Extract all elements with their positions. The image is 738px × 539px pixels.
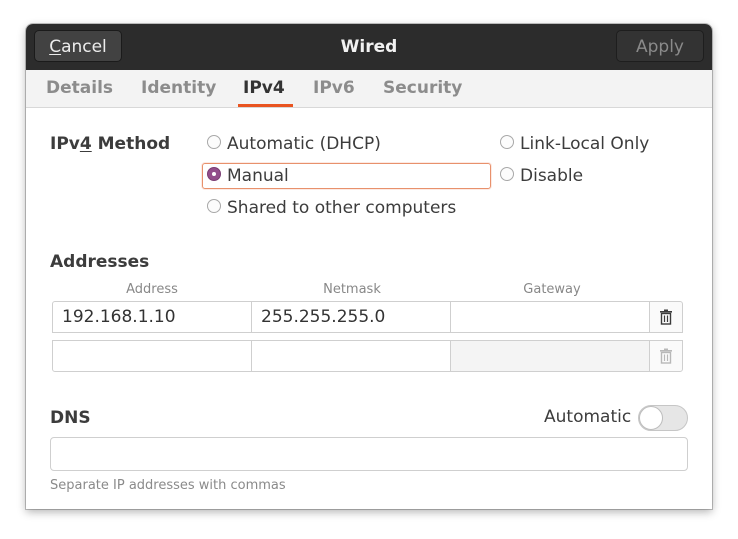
dns-hint: Separate IP addresses with commas xyxy=(50,478,286,493)
column-header-address: Address xyxy=(126,282,178,297)
radio-disable[interactable]: Disable xyxy=(500,162,583,190)
radio-shared[interactable]: Shared to other computers xyxy=(207,194,456,222)
netmask-input[interactable]: 255.255.255.0 xyxy=(251,301,451,333)
apply-button[interactable]: Apply xyxy=(616,30,704,62)
addresses-title: Addresses xyxy=(50,252,150,272)
column-header-gateway: Gateway xyxy=(523,282,581,297)
gateway-input[interactable] xyxy=(450,301,650,333)
ipv4-method-label: IPv4 Method xyxy=(50,134,170,154)
trash-icon xyxy=(660,309,672,325)
radio-manual[interactable]: Manual xyxy=(207,162,289,190)
tab-ipv6[interactable]: IPv6 xyxy=(313,70,355,107)
dns-automatic-toggle[interactable] xyxy=(638,405,688,431)
wired-settings-dialog: Cancel Wired Apply Details Identity IPv4… xyxy=(26,24,712,509)
radio-indicator xyxy=(207,135,221,149)
delete-row-button xyxy=(649,340,683,372)
tab-bar: Details Identity IPv4 IPv6 Security xyxy=(26,70,712,108)
tab-ipv4[interactable]: IPv4 xyxy=(238,70,293,107)
radio-indicator-checked xyxy=(207,167,221,181)
radio-label: Shared to other computers xyxy=(227,198,457,218)
radio-link-local-only[interactable]: Link-Local Only xyxy=(500,130,649,158)
tab-security[interactable]: Security xyxy=(383,70,462,107)
header-bar: Cancel Wired Apply xyxy=(26,24,712,70)
tab-details[interactable]: Details xyxy=(46,70,113,107)
dns-automatic-label: Automatic xyxy=(544,407,632,427)
address-input[interactable]: 192.168.1.10 xyxy=(52,301,252,333)
gateway-input xyxy=(450,340,650,372)
ipv4-method-label-pre: IPv xyxy=(50,134,80,154)
column-header-netmask: Netmask xyxy=(323,282,381,297)
radio-label: Manual xyxy=(227,166,289,186)
radio-label: Automatic (DHCP) xyxy=(227,134,381,154)
netmask-input[interactable] xyxy=(251,340,451,372)
ipv4-method-label-post: Method xyxy=(91,134,171,154)
radio-indicator xyxy=(500,135,514,149)
delete-row-button[interactable] xyxy=(649,301,683,333)
radio-automatic-dhcp[interactable]: Automatic (DHCP) xyxy=(207,130,381,158)
toggle-knob xyxy=(639,406,663,430)
dns-input[interactable] xyxy=(50,437,688,471)
radio-label: Link-Local Only xyxy=(520,134,650,154)
tab-identity[interactable]: Identity xyxy=(141,70,216,107)
trash-icon xyxy=(660,348,672,364)
radio-label: Disable xyxy=(520,166,584,186)
address-input[interactable] xyxy=(52,340,252,372)
dns-title: DNS xyxy=(50,408,91,428)
dialog-title: Wired xyxy=(340,37,398,57)
radio-indicator xyxy=(500,167,514,181)
ipv4-method-mnemonic: 4 xyxy=(79,134,92,154)
radio-indicator xyxy=(207,199,221,213)
